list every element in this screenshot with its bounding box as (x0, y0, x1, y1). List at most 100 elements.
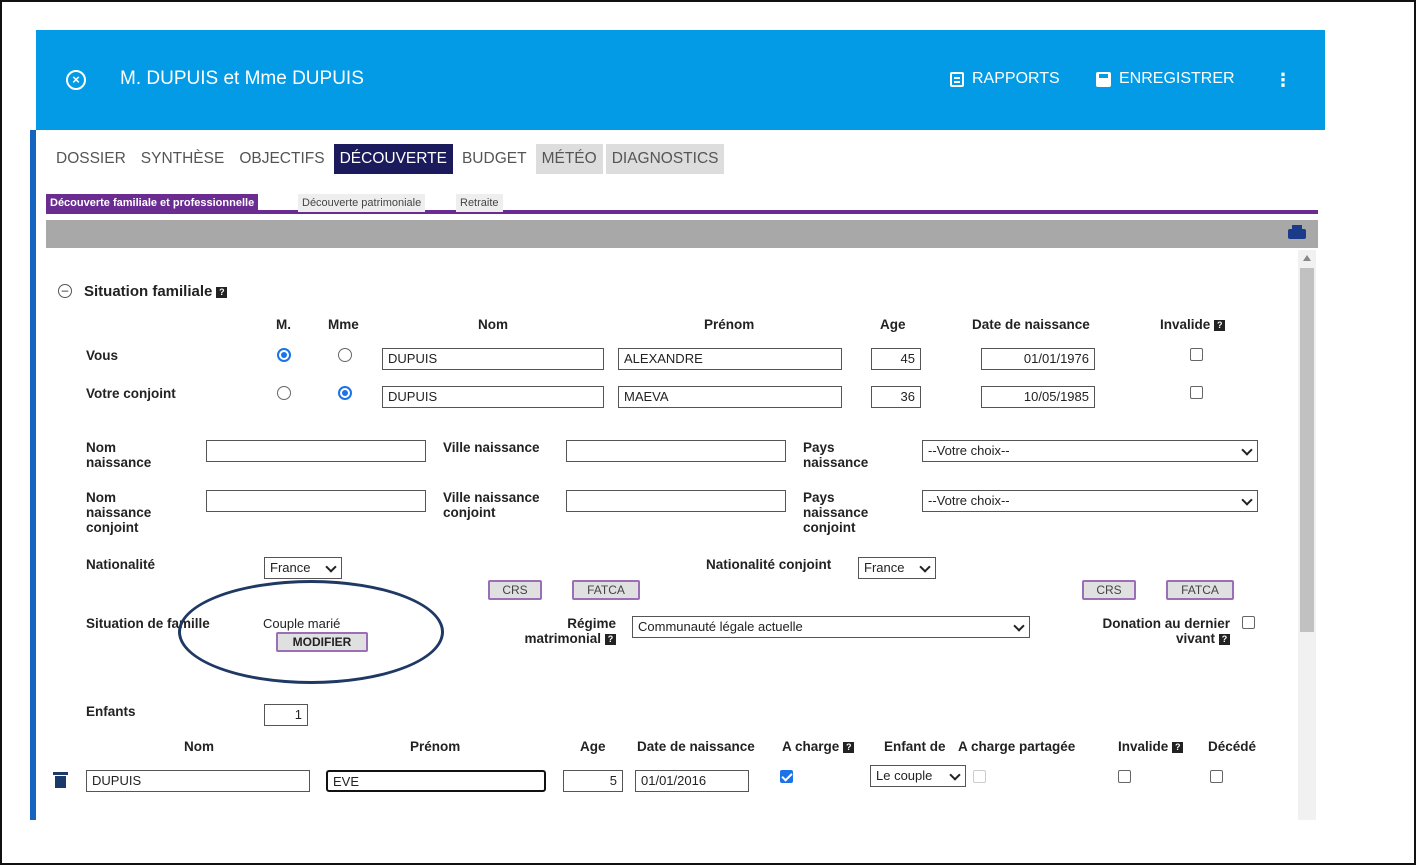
report-icon (950, 71, 964, 87)
ville-naissance-label: Ville naissance (443, 440, 540, 455)
reports-button[interactable]: RAPPORTS (950, 70, 1060, 88)
help-icon[interactable]: ? (1172, 741, 1184, 753)
tab-meteo[interactable]: MÉTÉO (535, 144, 603, 174)
help-icon[interactable]: ? (216, 286, 228, 298)
section-title: Situation familiale? (84, 283, 228, 300)
child-decede-checkbox[interactable] (1210, 770, 1223, 783)
child-dob-input[interactable]: 01/01/2016 (635, 770, 749, 792)
nationalite-select[interactable]: France (264, 557, 342, 579)
nationalite-conjoint-label: Nationalité conjoint (706, 557, 832, 572)
child-col-age: Age (580, 739, 606, 754)
age-input-conjoint[interactable]: 36 (871, 386, 921, 408)
donation-checkbox[interactable] (1242, 616, 1255, 629)
col-dob: Date de naissance (972, 317, 1090, 332)
sub-tabs: Découverte familiale et professionnelle … (46, 192, 1318, 214)
invalide-checkbox-conjoint[interactable] (1190, 386, 1203, 399)
help-icon[interactable]: ? (1219, 633, 1230, 645)
nom-input-conjoint[interactable]: DUPUIS (382, 386, 604, 408)
prenom-input-vous[interactable]: ALEXANDRE (618, 348, 842, 370)
radio-m-conjoint[interactable] (277, 386, 291, 400)
help-icon[interactable]: ? (1214, 319, 1226, 331)
radio-mme-conjoint[interactable] (338, 386, 352, 400)
age-input-vous[interactable]: 45 (871, 348, 921, 370)
dob-input-conjoint[interactable]: 10/05/1985 (981, 386, 1095, 408)
ville-naissance-input[interactable] (566, 440, 786, 462)
app-header: × M. DUPUIS et Mme DUPUIS RAPPORTS ENREG… (36, 30, 1325, 130)
child-col-nom: Nom (184, 739, 214, 754)
page-title: M. DUPUIS et Mme DUPUIS (120, 68, 364, 89)
child-age-input[interactable]: 5 (563, 770, 623, 792)
radio-mme-vous[interactable] (338, 348, 352, 362)
help-icon[interactable]: ? (605, 633, 616, 645)
pays-naissance-select[interactable]: --Votre choix-- (922, 440, 1258, 462)
enfants-count-input[interactable]: 1 (264, 704, 308, 726)
tab-budget[interactable]: BUDGET (456, 144, 533, 174)
nationalite-label: Nationalité (86, 557, 156, 572)
prenom-input-conjoint[interactable]: MAEVA (618, 386, 842, 408)
help-icon[interactable]: ? (843, 741, 855, 753)
fatca-conjoint-button[interactable]: FATCA (1166, 580, 1234, 600)
pays-naissance-conjoint-select[interactable]: --Votre choix-- (922, 490, 1258, 512)
ville-naissance-conjoint-input[interactable] (566, 490, 786, 512)
child-col-invalide: Invalide? (1118, 739, 1184, 754)
main-tabs: DOSSIER SYNTHÈSE OBJECTIFS DÉCOUVERTE BU… (50, 144, 727, 174)
subtab-familiale[interactable]: Découverte familiale et professionnelle (46, 194, 259, 212)
tab-decouverte[interactable]: DÉCOUVERTE (333, 144, 453, 174)
child-prenom-input[interactable]: EVE (326, 770, 546, 792)
delete-icon[interactable] (53, 772, 68, 788)
child-charge-checkbox[interactable] (780, 770, 793, 783)
scroll-up-icon[interactable] (1303, 255, 1311, 261)
nom-input-vous[interactable]: DUPUIS (382, 348, 604, 370)
enfants-label: Enfants (86, 704, 136, 719)
tab-dossier[interactable]: DOSSIER (50, 144, 132, 174)
child-col-enfant-de: Enfant de (884, 739, 946, 754)
subtab-retraite[interactable]: Retraite (456, 194, 503, 212)
nom-naissance-input[interactable] (206, 440, 426, 462)
save-button[interactable]: ENREGISTRER (1096, 70, 1235, 88)
donation-label: Donation au dernier vivant? (1080, 616, 1230, 646)
regime-select[interactable]: Communauté légale actuelle (632, 616, 1030, 638)
highlight-ellipse (178, 580, 444, 684)
col-prenom: Prénom (704, 317, 755, 332)
col-age: Age (880, 317, 906, 332)
regime-label: Régime matrimonial? (496, 616, 616, 646)
nom-naissance-label: Nom naissance (86, 440, 152, 470)
col-nom: Nom (478, 317, 508, 332)
radio-m-vous[interactable] (277, 348, 291, 362)
regime-label-text: Régime matrimonial (524, 616, 616, 646)
child-invalide-checkbox[interactable] (1118, 770, 1131, 783)
dob-input-vous[interactable]: 01/01/1976 (981, 348, 1095, 370)
child-col-invalide-text: Invalide (1118, 739, 1169, 754)
col-mme: Mme (328, 317, 359, 332)
nationalite-conjoint-select[interactable]: France (858, 557, 936, 579)
nom-naissance-conjoint-input[interactable] (206, 490, 426, 512)
more-menu-icon[interactable]: ⋮ (1274, 70, 1292, 91)
reports-label: RAPPORTS (972, 70, 1060, 87)
child-enfant-de-select[interactable]: Le couple (870, 765, 966, 787)
toolbar-bar (46, 220, 1318, 248)
donation-label-text: Donation au dernier vivant (1102, 616, 1230, 646)
child-charge-partagee-checkbox[interactable] (973, 770, 986, 783)
tab-synthese[interactable]: SYNTHÈSE (135, 144, 231, 174)
crs-button[interactable]: CRS (488, 580, 542, 600)
close-icon[interactable]: × (66, 70, 86, 90)
vertical-scrollbar[interactable] (1298, 250, 1316, 820)
tab-objectifs[interactable]: OBJECTIFS (233, 144, 330, 174)
row-label-vous: Vous (86, 348, 119, 363)
tab-diagnostics[interactable]: DIAGNOSTICS (605, 144, 725, 174)
collapse-icon[interactable]: – (58, 284, 72, 298)
subtab-patrimoniale[interactable]: Découverte patrimoniale (298, 194, 426, 212)
child-col-charge-text: A charge (782, 739, 840, 754)
print-icon[interactable] (1288, 225, 1306, 239)
crs-conjoint-button[interactable]: CRS (1082, 580, 1136, 600)
child-col-prenom: Prénom (410, 739, 461, 754)
pays-naissance-conjoint-label: Pays naissance conjoint (803, 490, 869, 535)
fatca-button[interactable]: FATCA (572, 580, 640, 600)
col-invalide-text: Invalide (1160, 317, 1211, 332)
save-icon (1096, 71, 1111, 87)
scrollbar-thumb[interactable] (1300, 268, 1314, 632)
nom-naissance-conjoint-label: Nom naissance conjoint (86, 490, 152, 535)
child-col-decede: Décédé (1208, 739, 1257, 754)
invalide-checkbox-vous[interactable] (1190, 348, 1203, 361)
child-nom-input[interactable]: DUPUIS (86, 770, 310, 792)
